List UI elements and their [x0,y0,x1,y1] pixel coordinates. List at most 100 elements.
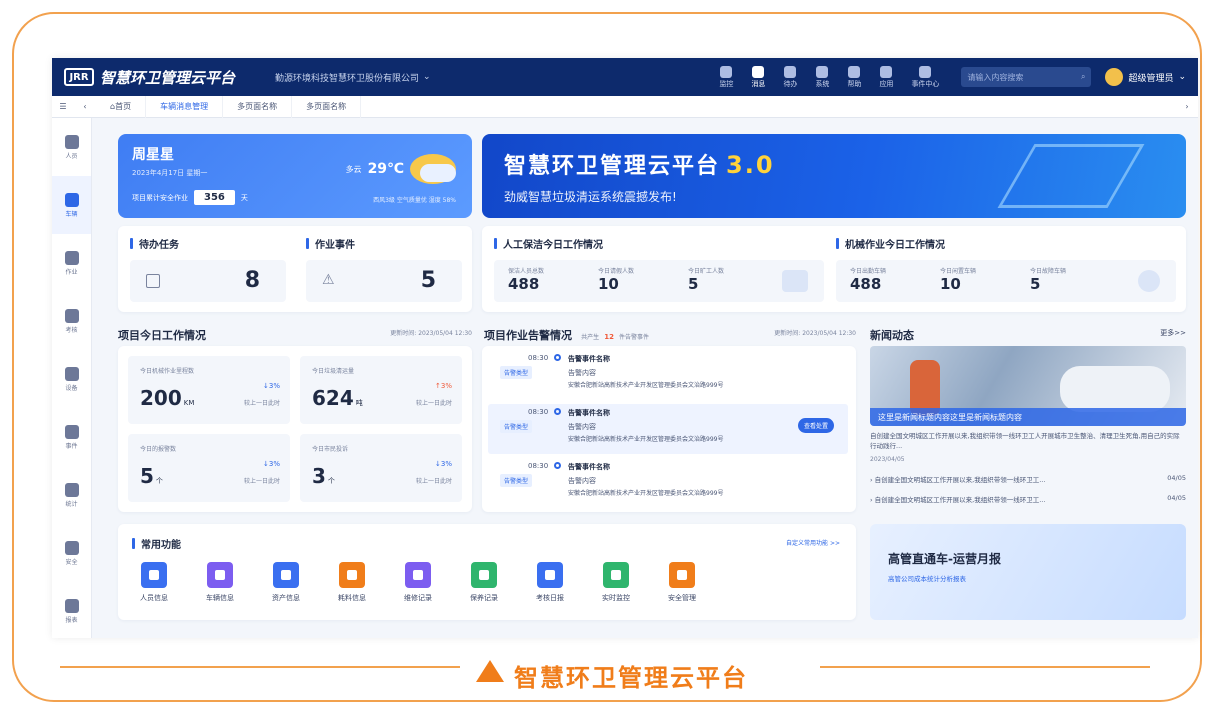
fuel-icon [339,562,365,588]
todo-tile[interactable]: 8 [130,260,286,302]
func-repair[interactable]: 维修记录 [390,562,446,603]
cell-compare: 较上一日此时 [415,478,452,485]
cell-unit: KM [183,399,195,407]
news-date: 2023/04/05 [870,456,905,463]
report-icon [64,598,79,613]
cell-value: 5 [140,464,154,488]
sidebar-item-work[interactable]: 作业 [52,234,91,292]
func-assets[interactable]: 资产信息 [258,562,314,603]
func-personnel[interactable]: 人员信息 [126,562,182,603]
cell-change: ↓3% [263,382,280,390]
topbar-todo[interactable]: 待办 [783,65,797,89]
tab-home[interactable]: ⌂ 首页 [96,95,147,118]
events-tile[interactable]: ⚠ 5 [306,260,462,302]
news-more-link[interactable]: 更多>> [1160,328,1186,338]
topbar-monitor[interactable]: 监控 [719,65,733,89]
topbar-apps[interactable]: 应用 [879,65,893,89]
func-label: 保养记录 [470,594,498,602]
sidebar-item-reports[interactable]: 报表 [52,582,91,638]
topbar-messages[interactable]: 消息 [751,65,765,89]
alarm-name: 告警事件名称 [568,355,610,363]
topbar-system[interactable]: 系统 [815,65,829,89]
alarms-header: 项目作业告警情况 共产生 12 件告警事件 更新时间: 2023/05/04 1… [484,324,856,342]
news-image[interactable]: 这里是新闻标题内容这里是新闻标题内容 [870,346,1186,426]
alarm-item[interactable]: 08:30 告警事件名称 告警类型 告警内容 安徽合肥新站高新技术产业开发区管理… [488,458,848,508]
app-logo[interactable]: JRR 智慧环卫管理云平台 [64,67,235,88]
alarm-content: 告警内容 [568,423,596,431]
func-daily-report[interactable]: 考核日报 [522,562,578,603]
cell-value: 624 [312,386,354,410]
project-header: 项目今日工作情况 更新时间: 2023/05/04 12:30 [118,324,472,342]
company-selector[interactable]: 勤源环境科技智慧环卫股份有限公司 ⌄ [275,71,431,84]
tab-vehicle-messages[interactable]: 车辆消息管理 [146,95,224,118]
topbar-help[interactable]: 帮助 [847,65,861,89]
alarm-item[interactable]: 08:30 告警事件名称 告警类型 告警内容 安徽合肥新站高新技术产业开发区管理… [488,350,848,400]
search-input[interactable]: 请输入内容搜索 ⌕ [961,67,1092,87]
view-handle-button[interactable]: 查看处置 [797,418,834,433]
tab-page-1[interactable]: 多页面名称 [223,95,293,118]
cell-label: 今日市民投诉 [312,446,349,453]
sidebar: 人员 车辆 作业 考核 设备 事件 统计 安全 报表 [52,118,92,638]
footer-caption: 智慧环卫管理云平台 [0,646,1214,692]
func-safety[interactable]: 安全管理 [654,562,710,603]
sidebar-item-events[interactable]: 事件 [52,408,91,466]
functions-row: 人员信息 车辆信息 资产信息 耗料信息 维修记录 保养记录 考核日报 实时监控 … [126,562,710,603]
daily-work-card: 人工保洁今日工作情况 机械作业今日工作情况 保洁人员总数 488 今日请假人数 10… [482,226,1186,312]
gear-icon [1138,270,1160,292]
news-photo-car [1060,366,1170,412]
topbar-events[interactable]: 事件中心 [911,65,940,89]
sidebar-label: 考核 [65,326,78,334]
sidebar-item-safety[interactable]: 安全 [52,524,91,582]
menu-toggle-icon[interactable]: ☰ [52,102,74,111]
sidebar-item-people[interactable]: 人员 [52,118,91,176]
monthly-report-card[interactable]: 高管直通车-运营月报 高管公司成本统计分析报表 [870,524,1186,620]
sidebar-item-assess[interactable]: 考核 [52,292,91,350]
func-maintenance[interactable]: 保养记录 [456,562,512,603]
func-vehicle[interactable]: 车辆信息 [192,562,248,603]
cell-compare: 较上一日此时 [415,400,452,407]
sidebar-item-vehicles[interactable]: 车辆 [52,176,91,234]
alarms-sub-prefix: 共产生 [581,334,600,341]
tab-page-2[interactable]: 多页面名称 [292,95,362,118]
alarm-name: 告警事件名称 [568,409,610,417]
camera-icon [603,562,629,588]
func-label: 实时监控 [602,594,630,602]
func-consumables[interactable]: 耗料信息 [324,562,380,603]
check-icon [64,308,79,323]
alarm-time: 08:30 [528,354,549,362]
func-label: 考核日报 [536,594,564,602]
news-summary[interactable]: 自创建全国文明城区工作开展以来,我组织带领一线环卫工人开展城市卫生整治、清理卫生… [870,432,1186,452]
alarm-item[interactable]: 08:30 告警事件名称 告警类型 告警内容 安徽合肥新站高新技术产业开发区管理… [488,404,848,454]
news-list-item[interactable]: › 自创建全国文明城区工作开展以来,我组织带领一线环卫工... 04/05 [870,494,1186,504]
sidebar-item-stats[interactable]: 统计 [52,466,91,524]
common-functions-card: 常用功能 自定义常用功能 >> 人员信息 车辆信息 资产信息 耗料信息 维修记录… [118,524,856,620]
func-live-monitor[interactable]: 实时监控 [588,562,644,603]
cell-compare: 较上一日此时 [243,478,280,485]
news-list-date: 04/05 [1167,474,1186,482]
news-list-item[interactable]: › 自创建全国文明城区工作开展以来,我组织带领一线环卫工... 04/05 [870,474,1186,484]
todo-title-text: 待办任务 [139,240,179,251]
chevron-right-icon[interactable]: › [1176,102,1198,111]
cell-unit: 吨 [355,399,363,407]
tab-label: 首页 [115,102,132,111]
functions-title: 常用功能 [132,536,181,551]
search-icon[interactable]: ⌕ [1081,72,1085,82]
promo-banner[interactable]: 智慧环卫管理云平台 3.0 劲威智慧垃圾清运系统震撼发布! [482,134,1186,218]
topbar-label: 事件中心 [911,79,940,88]
customize-functions-link[interactable]: 自定义常用功能 >> [786,538,840,547]
manual-title-text: 人工保洁今日工作情况 [503,240,603,251]
tab-bar: ☰ ‹ ⌂ 首页 车辆消息管理 多页面名称 多页面名称 › [52,95,1198,118]
cell-change: ↓3% [263,460,280,468]
bell-icon [752,65,765,78]
chevron-left-icon[interactable]: ‹ [74,102,96,111]
app-title: 智慧环卫管理云平台 [100,68,236,87]
company-name: 勤源环境科技智慧环卫股份有限公司 [275,73,420,84]
user-menu[interactable]: 超级管理员 ⌄ [1105,68,1186,86]
sidebar-label: 车辆 [65,210,78,218]
monitor-icon [273,562,299,588]
todo-count: 8 [244,268,260,293]
stat-value: 10 [598,275,619,293]
alarms-sub-suffix: 件告警事件 [619,334,650,341]
sidebar-item-devices[interactable]: 设备 [52,350,91,408]
stat-value: 488 [508,275,540,293]
